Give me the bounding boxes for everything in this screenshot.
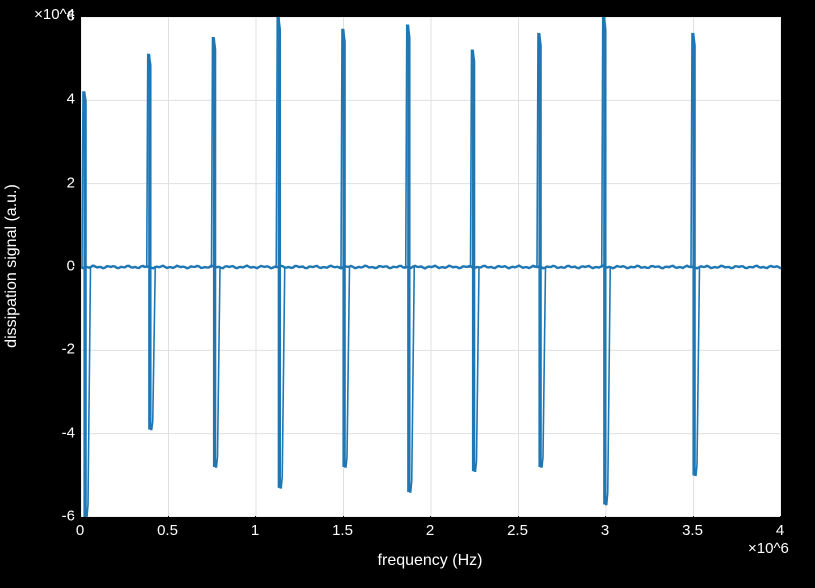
x-tick-label: 0 — [50, 522, 110, 539]
y-tick-label: 0 — [15, 258, 75, 275]
x-axis-exponent: ×10^6 — [748, 540, 789, 557]
y-axis-exponent: ×10^4 — [15, 6, 75, 23]
y-tick-label: -2 — [15, 341, 75, 358]
x-tick-label: 3.5 — [663, 522, 723, 539]
y-tick-label: -4 — [15, 424, 75, 441]
x-tick-label: 1 — [225, 522, 285, 539]
x-tick-label: 3 — [575, 522, 635, 539]
x-tick-label: 1.5 — [313, 522, 373, 539]
x-tick-label: 2.5 — [488, 522, 548, 539]
y-axis-label: dissipation signal (a.u.) — [3, 184, 21, 348]
chart-container: -6-4-20246 00.511.522.533.54 ×10^4 ×10^6… — [0, 0, 815, 588]
x-tick-label: 2 — [400, 522, 460, 539]
x-tick-label: 0.5 — [138, 522, 198, 539]
x-axis-label: frequency (Hz) — [378, 552, 483, 570]
x-tick-label: 4 — [750, 522, 810, 539]
data-trace — [81, 17, 781, 517]
y-tick-label: 2 — [15, 174, 75, 191]
plot-area — [80, 16, 782, 518]
y-tick-label: 4 — [15, 91, 75, 108]
